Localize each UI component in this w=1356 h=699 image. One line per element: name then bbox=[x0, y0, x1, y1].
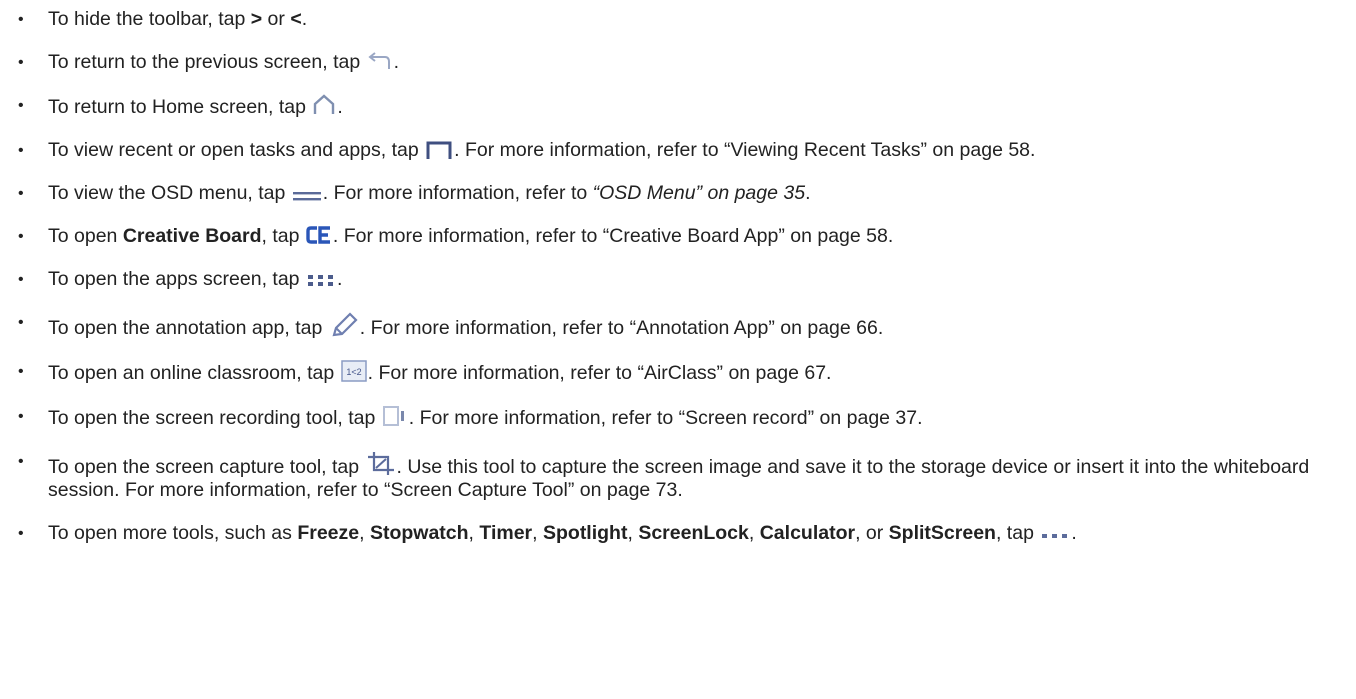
home-icon bbox=[312, 94, 336, 116]
toolbar-instructions-list: To hide the toolbar, tap > or <. To retu… bbox=[14, 8, 1342, 545]
list-item-osd-menu: To view the OSD menu, tap . For more inf… bbox=[14, 182, 1342, 205]
more-tools-icon bbox=[1040, 530, 1070, 542]
greater-than-symbol: > bbox=[250, 8, 263, 30]
pen-icon bbox=[329, 311, 359, 337]
list-item-home-screen: To return to Home screen, tap . bbox=[14, 94, 1342, 119]
osd-menu-icon bbox=[292, 186, 322, 202]
recent-tasks-icon bbox=[425, 139, 453, 159]
list-item-screen-capture: To open the screen capture tool, tap . U… bbox=[14, 450, 1342, 502]
screen-capture-icon bbox=[366, 450, 396, 476]
back-arrow-icon bbox=[367, 51, 393, 71]
less-than-symbol: < bbox=[290, 8, 302, 30]
airclass-icon-label: 1<2 bbox=[346, 367, 361, 377]
creative-board-icon bbox=[306, 225, 332, 245]
list-item-more-tools: To open more tools, such as Freeze, Stop… bbox=[14, 522, 1342, 545]
list-item-recent-tasks: To view recent or open tasks and apps, t… bbox=[14, 139, 1342, 162]
list-item-previous-screen: To return to the previous screen, tap . bbox=[14, 51, 1342, 74]
airclass-icon: 1<2 bbox=[340, 360, 367, 382]
list-item-hide-toolbar: To hide the toolbar, tap > or <. bbox=[14, 8, 1342, 31]
list-item-screen-record: To open the screen recording tool, tap .… bbox=[14, 405, 1342, 430]
list-item-annotation: To open the annotation app, tap . For mo… bbox=[14, 311, 1342, 340]
list-item-creative-board: To open Creative Board, tap . For more i… bbox=[14, 225, 1342, 248]
list-item-airclass: To open an online classroom, tap 1<2. Fo… bbox=[14, 360, 1342, 385]
list-item-apps-screen: To open the apps screen, tap . bbox=[14, 268, 1342, 291]
document-page: To hide the toolbar, tap > or <. To retu… bbox=[0, 0, 1356, 699]
apps-grid-icon bbox=[306, 272, 336, 288]
screen-record-icon bbox=[382, 405, 408, 427]
